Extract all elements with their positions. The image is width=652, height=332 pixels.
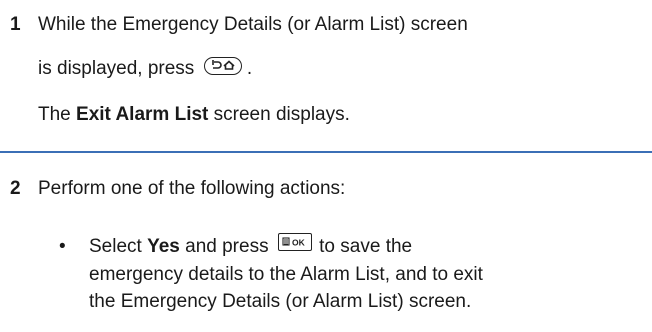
bullet-marker: •	[59, 236, 66, 257]
result-text: screen displays.	[208, 104, 350, 125]
bullet-text: to save the	[313, 236, 413, 257]
bullet-text-line: Select Yes and press OK to save the	[89, 232, 413, 258]
step-text-line: While the Emergency Details (or Alarm Li…	[38, 14, 468, 35]
option-name: Yes	[147, 236, 180, 257]
section-divider	[0, 151, 652, 153]
step-text: is displayed, press	[38, 58, 195, 79]
svg-text:OK: OK	[292, 237, 306, 247]
screen-name: Exit Alarm List	[76, 104, 209, 125]
step-number: 1	[10, 14, 21, 35]
bullet-text: Select	[89, 236, 148, 257]
back-home-key-icon	[203, 56, 242, 75]
step-text-line: Perform one of the following actions:	[38, 178, 346, 199]
step-number: 2	[10, 178, 21, 199]
step-result: The Exit Alarm List screen displays.	[38, 104, 350, 126]
bullet-text-line: emergency details to the Alarm List, and…	[89, 264, 483, 285]
bullet-text: and press	[179, 236, 269, 257]
step-text: .	[246, 58, 253, 79]
step-text-line: is displayed, press .	[38, 56, 253, 80]
result-text: The	[38, 104, 77, 125]
menu-ok-key-icon: OK	[277, 232, 312, 251]
bullet-text-line: the Emergency Details (or Alarm List) sc…	[89, 291, 472, 312]
